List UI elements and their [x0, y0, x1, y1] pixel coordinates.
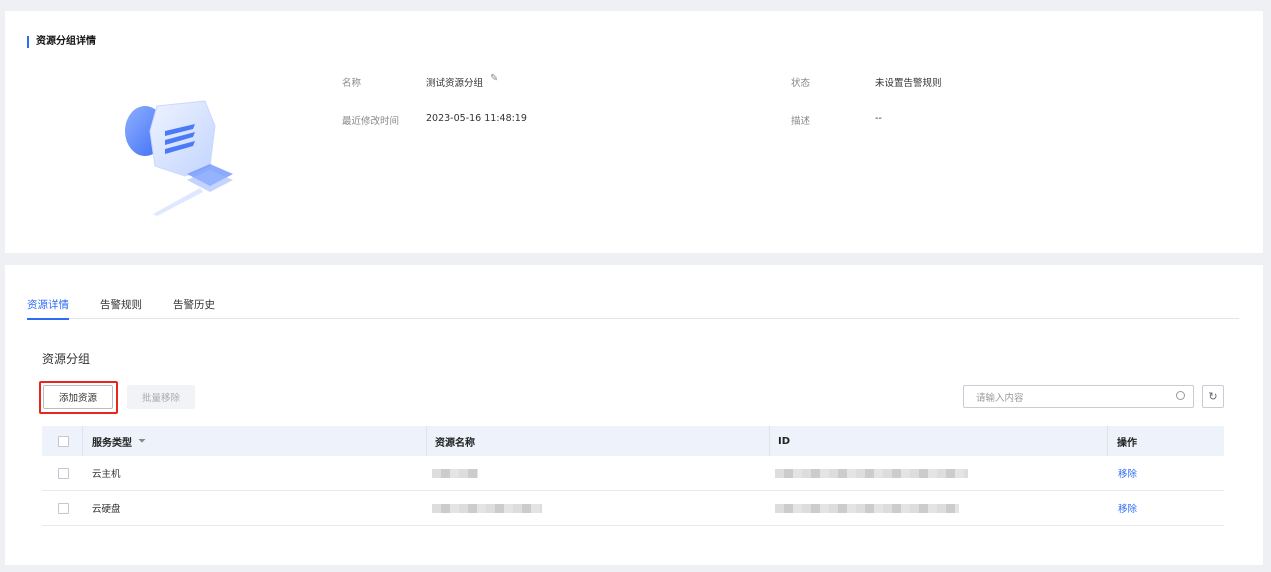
search-input[interactable]: 请输入内容 — [963, 385, 1194, 408]
table-row: 云主机 移除 — [42, 456, 1224, 491]
tab-bar: 资源详情 告警规则 告警历史 — [27, 293, 1239, 320]
tab-resource-details[interactable]: 资源详情 — [27, 297, 69, 320]
name-label: 名称 — [342, 78, 362, 89]
table-header: 服务类型 ⏷ 资源名称 ID 操作 — [42, 426, 1224, 456]
status-label: 状态 — [791, 78, 811, 89]
search-icon[interactable] — [1176, 391, 1185, 400]
header-resource-name: 资源名称 — [435, 437, 475, 449]
desc-label: 描述 — [791, 116, 811, 127]
remove-link[interactable]: 移除 — [1118, 456, 1137, 490]
refresh-icon: ↻ — [1208, 390, 1218, 403]
search-placeholder: 请输入内容 — [976, 392, 1024, 404]
resource-table: 服务类型 ⏷ 资源名称 ID 操作 云主机 移除 云硬盘 移除 — [42, 426, 1224, 526]
add-resource-button[interactable]: 添加资源 — [43, 385, 113, 409]
service-type: 云主机 — [92, 469, 121, 480]
refresh-button[interactable]: ↻ — [1202, 385, 1224, 408]
resource-group-illustration — [125, 100, 233, 216]
row-checkbox[interactable] — [58, 467, 69, 479]
detail-card: 资源分组详情 名称 测试资源分组 ✎ 最近修改时间 2023-05-16 11:… — [5, 11, 1263, 253]
header-actions: 操作 — [1117, 437, 1137, 449]
header-id: ID — [778, 435, 791, 447]
section-title: 资源分组 — [42, 352, 91, 366]
tab-alarm-history[interactable]: 告警历史 — [173, 297, 215, 312]
batch-remove-button[interactable]: 批量移除 — [127, 385, 195, 409]
desc-value: -- — [875, 113, 882, 124]
page-title: 资源分组详情 — [27, 36, 96, 48]
row-checkbox[interactable] — [58, 502, 69, 514]
resources-card: 资源详情 告警规则 告警历史 资源分组 添加资源 批量移除 请输入内容 ↻ 服务… — [5, 265, 1263, 565]
remove-link[interactable]: 移除 — [1118, 491, 1137, 525]
modified-value: 2023-05-16 11:48:19 — [426, 113, 527, 124]
redacted-id — [775, 503, 959, 513]
redacted-id — [775, 468, 968, 478]
tab-alarm-rules[interactable]: 告警规则 — [100, 297, 142, 312]
service-type: 云硬盘 — [92, 504, 121, 515]
table-row: 云硬盘 移除 — [42, 491, 1224, 526]
filter-icon[interactable]: ⏷ — [138, 436, 146, 447]
redacted-resource-name — [432, 503, 542, 513]
name-value: 测试资源分组 — [426, 78, 484, 89]
modified-label: 最近修改时间 — [342, 116, 400, 127]
edit-icon[interactable]: ✎ — [490, 73, 498, 84]
redacted-resource-name — [432, 468, 478, 478]
header-service-type: 服务类型 — [92, 437, 132, 449]
status-value: 未设置告警规则 — [875, 78, 942, 89]
select-all-checkbox[interactable] — [58, 435, 69, 447]
